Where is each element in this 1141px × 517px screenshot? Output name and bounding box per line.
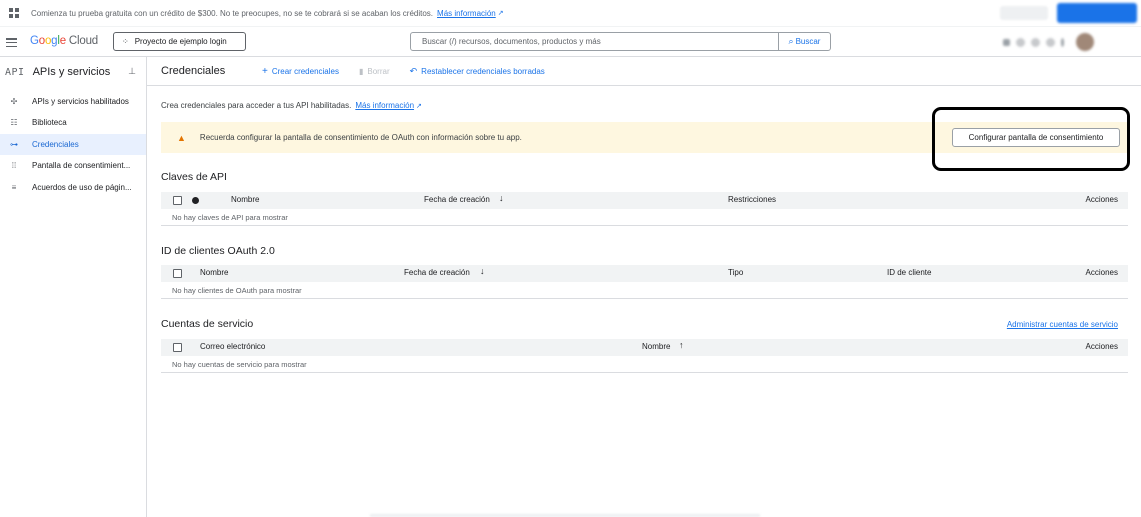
col-actions: Acciones bbox=[1085, 195, 1118, 204]
logo-letter: e bbox=[59, 35, 66, 47]
col-client-id: ID de cliente bbox=[887, 268, 932, 277]
google-cloud-logo[interactable]: Google Cloud bbox=[30, 35, 98, 47]
select-all-checkbox[interactable] bbox=[173, 269, 182, 278]
project-picker-button[interactable]: ⁘ Proyecto de ejemplo login bbox=[113, 32, 246, 51]
select-all-checkbox[interactable] bbox=[173, 196, 182, 205]
sidebar-title: APIs y servicios bbox=[32, 66, 111, 78]
oauth-empty: No hay clientes de OAuth para mostrar bbox=[161, 282, 1128, 299]
more-icon[interactable] bbox=[1061, 37, 1064, 47]
top-header: Google Cloud ⁘ Proyecto de ejemplo login … bbox=[0, 27, 1141, 57]
project-name: Proyecto de ejemplo login bbox=[134, 37, 227, 46]
sort-down-icon[interactable]: ↓ bbox=[480, 266, 485, 276]
dismiss-button[interactable] bbox=[1000, 6, 1048, 20]
apis-icon: ✣ bbox=[10, 97, 18, 106]
col-created[interactable]: Fecha de creación bbox=[404, 268, 470, 277]
api-keys-empty: No hay claves de API para mostrar bbox=[161, 209, 1128, 226]
col-actions: Acciones bbox=[1085, 342, 1118, 351]
highlight-annotation bbox=[932, 107, 1130, 171]
plus-icon: + bbox=[262, 65, 268, 77]
sidebar-header: API APIs y servicios ⊥ bbox=[5, 66, 140, 78]
delete-button[interactable]: ▮ Borrar bbox=[359, 67, 390, 76]
sidebar-item-label: Biblioteca bbox=[32, 118, 67, 127]
logo-letter: G bbox=[30, 35, 39, 47]
sidebar-item-label: Acuerdos de uso de págin... bbox=[32, 183, 132, 192]
delete-label: Borrar bbox=[367, 66, 390, 76]
warning-icon: ▲ bbox=[177, 132, 186, 143]
col-name[interactable]: Nombre bbox=[642, 342, 670, 351]
help-icon[interactable] bbox=[1046, 37, 1055, 47]
sort-up-icon[interactable]: ↑ bbox=[679, 340, 684, 350]
banner-message: Recuerda configurar la pantalla de conse… bbox=[199, 133, 522, 142]
notifications-icon[interactable] bbox=[1031, 37, 1040, 47]
api-keys-table-header: Nombre Fecha de creación ↓ Restricciones… bbox=[161, 192, 1128, 209]
apps-grid-icon bbox=[9, 8, 19, 18]
oauth-table-header: Nombre Fecha de creación ↓ Tipo ID de cl… bbox=[161, 265, 1128, 282]
sidebar-item-enabled-apis[interactable]: ✣ APIs y servicios habilitados bbox=[0, 91, 146, 112]
status-dot-icon bbox=[192, 197, 199, 204]
header-actions bbox=[995, 29, 1141, 55]
col-email[interactable]: Correo electrónico bbox=[200, 342, 265, 351]
promo-text: Comienza tu prueba gratuita con un crédi… bbox=[31, 8, 434, 18]
intro-text: Crea credenciales para acceder a tus API… bbox=[161, 101, 422, 110]
create-credentials-label: Crear credenciales bbox=[271, 66, 339, 76]
search-button-label: Buscar bbox=[795, 37, 821, 46]
sort-down-icon[interactable]: ↓ bbox=[499, 193, 504, 203]
col-restrictions: Restricciones bbox=[728, 195, 777, 204]
select-all-checkbox[interactable] bbox=[173, 343, 182, 352]
key-icon: ⊶ bbox=[10, 140, 18, 149]
external-link-icon: ↗ bbox=[497, 10, 504, 17]
col-created[interactable]: Fecha de creación bbox=[424, 195, 490, 204]
page-title: Credenciales bbox=[161, 65, 226, 77]
intro-label: Crea credenciales para acceder a tus API… bbox=[161, 101, 352, 110]
sidebar-item-label: Credenciales bbox=[32, 140, 79, 149]
sidebar-item-consent-screen[interactable]: ⁞⁞ Pantalla de consentimient... bbox=[0, 155, 146, 176]
main-menu-icon[interactable] bbox=[6, 38, 17, 47]
promo-bar: Comienza tu prueba gratuita con un crédi… bbox=[0, 0, 1141, 27]
consent-icon: ⁞⁞ bbox=[11, 161, 17, 170]
service-accounts-table-header: Correo electrónico Nombre ↑ Acciones bbox=[161, 339, 1128, 356]
sidebar-item-page-usage-agreements[interactable]: ≡ Acuerdos de uso de págin... bbox=[0, 177, 146, 198]
col-type[interactable]: Tipo bbox=[728, 268, 743, 277]
restore-credentials-button[interactable]: ↶ Restablecer credenciales borradas bbox=[410, 66, 545, 77]
sidebar-item-library[interactable]: ☷ Biblioteca bbox=[0, 112, 146, 133]
pin-icon[interactable]: ⊥ bbox=[128, 66, 136, 77]
col-name[interactable]: Nombre bbox=[231, 195, 259, 204]
col-name[interactable]: Nombre bbox=[200, 268, 228, 277]
trash-icon: ▮ bbox=[358, 66, 364, 76]
undo-icon: ↶ bbox=[409, 65, 418, 76]
manage-service-accounts-link[interactable]: Administrar cuentas de servicio bbox=[1007, 320, 1118, 329]
search-bar: Buscar (/) recursos, documentos, product… bbox=[410, 32, 831, 51]
sidebar: API APIs y servicios ⊥ ✣ APIs y servicio… bbox=[0, 57, 147, 517]
create-credentials-button[interactable]: + Crear credenciales bbox=[262, 66, 339, 77]
service-accounts-title: Cuentas de servicio bbox=[161, 318, 254, 330]
sidebar-item-label: APIs y servicios habilitados bbox=[32, 97, 129, 106]
oauth-title: ID de clientes OAuth 2.0 bbox=[161, 245, 275, 257]
sidebar-item-label: Pantalla de consentimient... bbox=[32, 161, 131, 170]
search-button[interactable]: ⌕ Buscar bbox=[778, 33, 830, 50]
avatar[interactable] bbox=[1076, 33, 1094, 51]
api-keys-title: Claves de API bbox=[161, 171, 227, 183]
gemini-icon[interactable] bbox=[1016, 37, 1025, 47]
start-trial-button[interactable] bbox=[1057, 3, 1137, 23]
promo-more-info-link[interactable]: Más información bbox=[437, 9, 496, 18]
sidebar-item-credentials[interactable]: ⊶ Credenciales bbox=[0, 134, 146, 155]
api-badge-icon: API bbox=[5, 66, 25, 78]
intro-more-info-link[interactable]: Más información bbox=[355, 101, 414, 110]
col-actions: Acciones bbox=[1085, 268, 1118, 277]
service-accounts-empty: No hay cuentas de servicio para mostrar bbox=[161, 356, 1128, 373]
search-icon: ⌕ bbox=[788, 36, 794, 46]
agreements-icon: ≡ bbox=[11, 183, 17, 192]
console-icon[interactable] bbox=[1003, 38, 1010, 46]
logo-cloud-text: Cloud bbox=[68, 35, 98, 47]
page-toolbar: Credenciales + Crear credenciales ▮ Borr… bbox=[147, 57, 1141, 86]
project-tree-icon: ⁘ bbox=[122, 37, 129, 46]
restore-label: Restablecer credenciales borradas bbox=[421, 66, 545, 76]
library-icon: ☷ bbox=[10, 118, 18, 127]
external-link-icon: ↗ bbox=[416, 103, 422, 110]
search-input[interactable]: Buscar (/) recursos, documentos, product… bbox=[411, 33, 778, 50]
